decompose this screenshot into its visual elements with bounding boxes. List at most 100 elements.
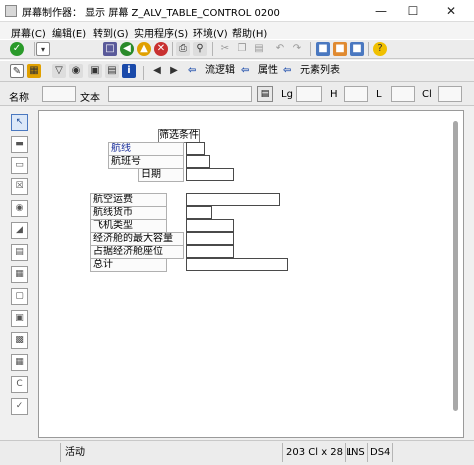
text-field-icon[interactable]: ▬ — [11, 136, 28, 153]
status-icon[interactable]: ✓ — [11, 398, 28, 415]
name-input[interactable] — [42, 86, 76, 102]
toolbar-separator — [368, 42, 369, 56]
label-occupied-economy-seats[interactable]: 占据经济舱座位 — [90, 245, 184, 259]
menu-utilities[interactable]: 实用程序(S) — [134, 25, 188, 40]
other-object-icon[interactable]: ▦ — [27, 64, 41, 78]
menu-goto[interactable]: 转到(G) — [93, 25, 129, 40]
minimize-icon[interactable]: — — [368, 2, 394, 20]
table-wizard-icon[interactable]: ▦ — [11, 354, 28, 371]
input-date[interactable] — [186, 168, 234, 181]
menu-screen[interactable]: 屏幕(C) — [11, 25, 46, 40]
menu-help[interactable]: 帮助(H) — [232, 25, 267, 40]
layout-editor-icon[interactable]: ▣ — [88, 64, 102, 78]
status-mode: 活动 — [65, 447, 85, 458]
cl-input[interactable] — [438, 86, 462, 102]
arrow-left-icon: ⇦ — [241, 65, 250, 76]
previous-icon[interactable]: ◀ — [150, 64, 164, 78]
command-field[interactable]: ▾ — [36, 42, 50, 56]
label-max-economy-capacity[interactable]: 经济舱的最大容量 — [90, 232, 184, 246]
undo-icon[interactable]: ↶ — [273, 42, 287, 56]
display-object-list-icon[interactable]: ▤ — [105, 64, 119, 78]
input-occupied-economy-seats[interactable] — [186, 245, 234, 258]
pencil-icon[interactable]: ✎ — [10, 64, 24, 78]
radio-button-icon[interactable]: ◉ — [11, 200, 28, 217]
tabstrip-wizard-icon[interactable]: ▦ — [11, 266, 28, 283]
pushbutton-icon[interactable]: ◢ — [11, 222, 28, 239]
input-aircraft-type[interactable] — [186, 219, 234, 232]
dictionary-icon[interactable]: ▤ — [257, 86, 273, 102]
subscreen-icon[interactable]: ▣ — [11, 310, 28, 327]
save-icon[interactable]: □ — [103, 42, 117, 56]
menu-environment[interactable]: 环境(V) — [193, 25, 228, 40]
arrow-left-icon: ⇦ — [188, 65, 197, 76]
scrollbar-thumb[interactable] — [453, 121, 458, 411]
where-used-icon[interactable]: ◉ — [69, 64, 83, 78]
name-label: 名称 — [9, 93, 29, 104]
text-label: 文本 — [80, 93, 100, 104]
close-icon[interactable]: ✕ — [438, 2, 464, 20]
arrow-left-icon: ⇦ — [283, 65, 292, 76]
status-separator — [345, 443, 346, 462]
label-flight-number[interactable]: 航班号 — [108, 155, 184, 169]
element-list-button[interactable]: 元素列表 — [300, 64, 340, 78]
label-date[interactable]: 日期 — [138, 168, 184, 182]
input-airline-currency[interactable] — [186, 206, 212, 219]
toolbar-separator — [310, 42, 311, 56]
pointer-icon[interactable]: ↖ — [11, 114, 28, 131]
attributes-button[interactable]: 属性 — [258, 64, 278, 78]
label-total[interactable]: 总计 — [90, 258, 167, 272]
label-airline[interactable]: 航线 — [108, 142, 184, 156]
redo-icon[interactable]: ↷ — [290, 42, 304, 56]
lg-input[interactable] — [296, 86, 322, 102]
screen-layout-canvas[interactable] — [38, 110, 464, 438]
status-separator — [282, 443, 283, 462]
layout-icon[interactable]: ■ — [316, 42, 330, 56]
maximize-icon[interactable]: ☐ — [400, 2, 426, 20]
cut-icon[interactable]: ✂ — [218, 42, 232, 56]
table-control-icon[interactable]: ▩ — [11, 332, 28, 349]
status-position: 203 Cl x 28 L — [286, 447, 352, 458]
toolbar-separator — [172, 42, 173, 56]
menu-edit[interactable]: 编辑(E) — [52, 25, 86, 40]
layout-icon[interactable]: ■ — [333, 42, 347, 56]
find-icon[interactable]: ⚲ — [193, 42, 207, 56]
input-flight-number[interactable] — [186, 155, 210, 168]
label-aircraft-type[interactable]: 飞机类型 — [90, 219, 167, 233]
text-input[interactable] — [108, 86, 252, 102]
cancel-icon[interactable]: ✕ — [154, 42, 168, 56]
label-airfare[interactable]: 航空运费 — [90, 193, 167, 207]
check-icon[interactable]: ✓ — [10, 42, 24, 56]
flow-logic-button[interactable]: 流逻辑 — [205, 64, 235, 78]
input-max-economy-capacity[interactable] — [186, 232, 234, 245]
help-icon[interactable]: ? — [373, 42, 387, 56]
custom-control-icon[interactable]: C — [11, 376, 28, 393]
window-title: 屏幕制作器： 显示 屏幕 Z_ALV_TABLE_CONTROL 0200 — [22, 8, 280, 19]
box-icon[interactable]: ▢ — [11, 288, 28, 305]
toolbar-separator — [143, 66, 144, 80]
status-system: DS4 — [370, 447, 391, 458]
label-airline-currency[interactable]: 航线货币 — [90, 206, 167, 220]
toolbar-separator — [34, 42, 35, 56]
input-airline[interactable] — [186, 142, 205, 155]
status-separator — [392, 443, 393, 462]
print-icon[interactable]: ⎙ — [176, 42, 190, 56]
info-icon[interactable]: i — [122, 64, 136, 78]
h-input[interactable] — [344, 86, 368, 102]
layout-icon[interactable]: ■ — [350, 42, 364, 56]
status-separator — [367, 443, 368, 462]
tabstrip-icon[interactable]: ▤ — [11, 244, 28, 261]
input-field-icon[interactable]: ▭ — [11, 157, 28, 174]
checkbox-icon[interactable]: ☒ — [11, 178, 28, 195]
next-icon[interactable]: ▶ — [167, 64, 181, 78]
frame-title[interactable]: 筛选条件 — [158, 129, 200, 143]
back-icon[interactable]: ◀ — [120, 42, 134, 56]
input-total[interactable] — [186, 258, 288, 271]
paste-icon[interactable]: ▤ — [252, 42, 266, 56]
status-separator — [60, 443, 61, 462]
input-airfare[interactable] — [186, 193, 280, 206]
l-input[interactable] — [391, 86, 415, 102]
copy-icon[interactable]: ❐ — [235, 42, 249, 56]
l-label: L — [376, 89, 382, 100]
hierarchy-icon[interactable]: ▽ — [52, 64, 66, 78]
exit-icon[interactable]: ▲ — [137, 42, 151, 56]
